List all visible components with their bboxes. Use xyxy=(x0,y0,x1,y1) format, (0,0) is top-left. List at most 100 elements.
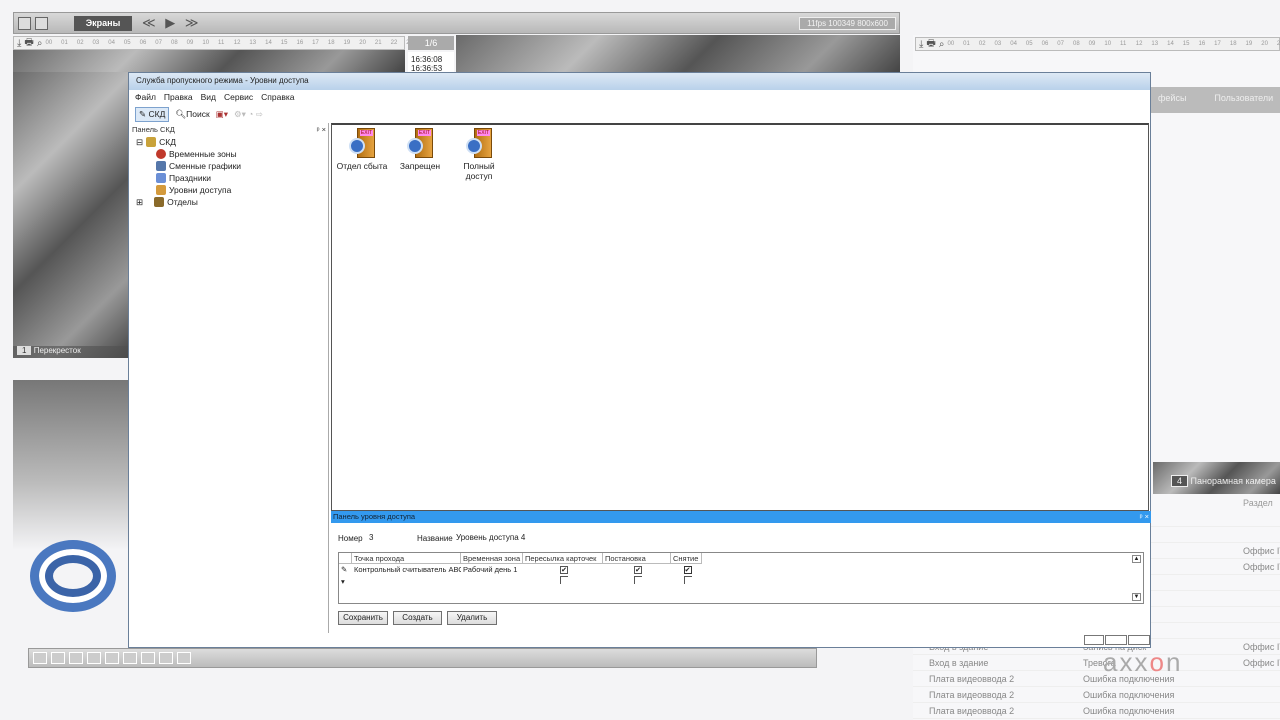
tree-item-departments[interactable]: ⊞ Отделы xyxy=(136,196,328,208)
hour-tick: 21 xyxy=(374,40,382,46)
event-row[interactable]: Плата видеоввода 2 Ошибка подключения xyxy=(913,671,1280,687)
forward-checkbox[interactable]: ✔ xyxy=(560,566,568,574)
arm-checkbox[interactable]: ✔ xyxy=(634,566,642,574)
skd-button[interactable]: ✎ СКД xyxy=(135,107,170,122)
event-source: Плата видеоввода 2 xyxy=(929,706,1015,716)
column-header[interactable]: Временная зона xyxy=(461,553,523,564)
point-cell[interactable]: Контрольный считыватель АВС xyxy=(352,564,461,576)
layout-button[interactable] xyxy=(177,652,191,664)
menu-file[interactable]: Файл xyxy=(135,92,156,102)
status-panel xyxy=(1105,635,1127,645)
time-list: 16:36:08 16:36:53 xyxy=(408,52,454,73)
layout-button[interactable] xyxy=(33,652,47,664)
event-section: Оффис IT xyxy=(1243,658,1280,668)
tab-users[interactable]: Пользователи xyxy=(1214,93,1273,113)
name-field[interactable]: Уровень доступа 4 xyxy=(456,533,525,542)
hour-tick: 09 xyxy=(186,40,194,46)
layout-button[interactable] xyxy=(105,652,119,664)
disarm-checkbox[interactable] xyxy=(683,576,692,584)
print-icon[interactable]: 🖶 xyxy=(24,35,33,52)
tree-root[interactable]: ⊟ СКД xyxy=(136,136,328,148)
camera-view-plants[interactable] xyxy=(13,380,128,550)
search-icon[interactable]: ⌕ xyxy=(939,39,945,50)
pin-icon[interactable]: ᵖ xyxy=(317,125,320,134)
search-icon[interactable]: ⌕ xyxy=(37,38,43,49)
event-type: Ошибка подключения xyxy=(1083,690,1175,700)
event-section xyxy=(1243,687,1280,702)
camera-view-crossroad[interactable] xyxy=(13,72,128,358)
close-icon[interactable]: × xyxy=(322,125,326,134)
hour-tick: 16 xyxy=(1198,41,1206,47)
timeline-right[interactable]: ⤓ 🖶 ⌕ 00 01 02 03 04 05 06 07 08 09 10 11 12 13 14 15 16 17… xyxy=(915,37,1280,51)
hour-tick: 17 xyxy=(1214,41,1221,47)
tree-item-shift-schedules[interactable]: Сменные графики xyxy=(136,160,328,172)
event-row[interactable]: Плата видеоввода 2 Ошибка подключения xyxy=(913,703,1280,719)
column-header[interactable]: Пересылка карточек xyxy=(523,553,603,564)
skd-icon xyxy=(146,137,157,147)
timeline-left[interactable]: ⤓ 🖶 ⌕ 00 01 02 03 04 05 06 07 08 09 10 11 12 13 14 15 16 17… xyxy=(13,35,429,52)
exit-sign: EXIT xyxy=(417,130,431,136)
column-header[interactable]: Снятие xyxy=(671,553,702,564)
access-level-icon: EXIT xyxy=(349,128,375,158)
menu-edit[interactable]: Правка xyxy=(164,92,193,102)
menu-help[interactable]: Справка xyxy=(261,92,294,102)
tabs: фейсы Пользователи xyxy=(1150,87,1280,113)
number-field[interactable]: 3 xyxy=(369,533,373,542)
access-level-item[interactable]: EXIT Запрещен xyxy=(390,128,450,171)
grid-layout-button[interactable] xyxy=(35,17,48,30)
hour-tick: 08 xyxy=(170,40,178,46)
layout-button[interactable] xyxy=(159,652,173,664)
arm-checkbox[interactable] xyxy=(634,576,642,584)
access-level-item[interactable]: EXIT Полный доступ xyxy=(449,128,509,181)
single-layout-button[interactable] xyxy=(18,17,31,30)
create-button[interactable]: Создать xyxy=(393,611,442,625)
event-row[interactable]: Плата видеоввода 2 Ошибка подключения xyxy=(913,687,1280,703)
tree-item-access-levels[interactable]: Уровни доступа xyxy=(136,184,328,196)
event-row[interactable]: Вход в зданиеТревогаОффис IT xyxy=(913,655,1280,671)
column-header[interactable]: Точка прохода xyxy=(352,553,461,564)
column-header[interactable]: Постановка xyxy=(603,553,671,564)
event-section xyxy=(1243,527,1280,542)
camera-label: 1 Перекресток xyxy=(13,346,128,358)
new-row-icon: ▾ xyxy=(341,577,345,586)
report-button[interactable]: ▣▾ xyxy=(216,109,228,120)
save-button[interactable]: Сохранить xyxy=(338,611,388,625)
disarm-checkbox[interactable]: ✔ xyxy=(683,566,692,574)
scroll-up-button[interactable]: ▲ xyxy=(1132,555,1141,563)
layout-button[interactable] xyxy=(123,652,137,664)
hour-tick: 18 xyxy=(1229,41,1237,47)
scroll-down-button[interactable]: ▼ xyxy=(1132,593,1141,601)
tree-item-time-zones[interactable]: Временные зоны xyxy=(136,148,328,160)
layout-button[interactable] xyxy=(141,652,155,664)
grid-header: Точка прохода Временная зона Пересылка к… xyxy=(339,553,1143,564)
screens-button[interactable]: Экраны xyxy=(74,16,132,31)
playback-nav[interactable]: ≪ ▶ ≫ xyxy=(142,15,201,31)
menu-service[interactable]: Сервис xyxy=(224,92,253,102)
pin-icon[interactable]: ᵖ xyxy=(1140,512,1143,521)
zone-cell[interactable]: Рабочий день 1 xyxy=(461,564,523,576)
camera-view-top-left[interactable] xyxy=(13,50,405,72)
access-level-item[interactable]: EXIT Отдел сбыта xyxy=(332,128,392,171)
skd-tree: ⊟ СКД Временные зоны Сменные графики Праз… xyxy=(130,136,328,208)
menu-view[interactable]: Вид xyxy=(201,92,216,102)
status-panels xyxy=(1084,635,1150,645)
download-icon[interactable]: ⤓ xyxy=(919,39,923,50)
camera-view-top[interactable] xyxy=(456,35,900,72)
grid-scrollbar[interactable]: ▲ ▼ xyxy=(1132,555,1141,601)
delete-button[interactable]: Удалить xyxy=(447,611,497,625)
column-section: Раздел xyxy=(1243,498,1273,508)
hour-tick: 16 xyxy=(296,40,304,46)
tab-offices[interactable]: фейсы xyxy=(1158,93,1186,113)
close-icon[interactable]: × xyxy=(1145,512,1149,521)
access-points-grid: Точка прохода Временная зона Пересылка к… xyxy=(338,552,1144,604)
layout-button[interactable] xyxy=(69,652,83,664)
new-row[interactable]: ▾ xyxy=(339,576,1143,588)
print-icon[interactable]: 🖶 xyxy=(926,36,935,53)
forward-checkbox[interactable] xyxy=(560,576,568,584)
download-icon[interactable]: ⤓ xyxy=(17,38,21,49)
layout-button[interactable] xyxy=(87,652,101,664)
tree-item-holidays[interactable]: Праздники xyxy=(136,172,328,184)
table-row[interactable]: ✎ Контрольный считыватель АВС Рабочий де… xyxy=(339,564,1143,576)
search-button[interactable]: 🔍︎Поиск xyxy=(175,109,209,120)
layout-button[interactable] xyxy=(51,652,65,664)
